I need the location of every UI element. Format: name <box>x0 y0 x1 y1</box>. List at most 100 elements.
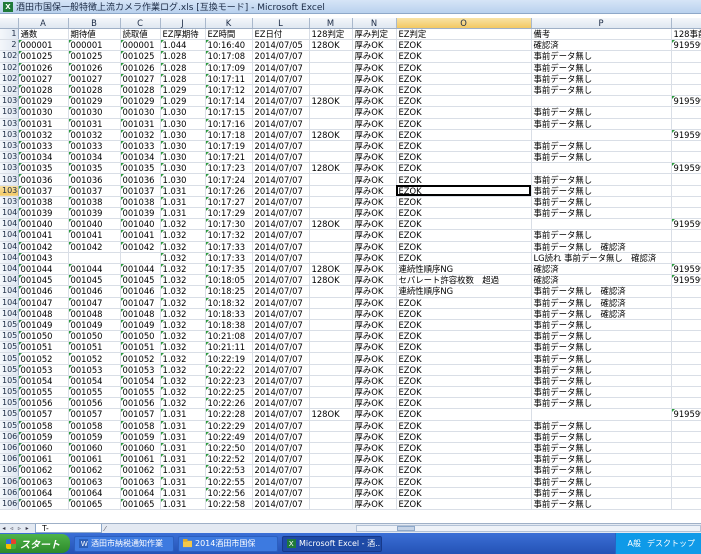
table-cell[interactable]: 001046 <box>18 285 69 298</box>
table-cell[interactable]: 事前データ無し <box>531 173 672 186</box>
table-cell[interactable]: 001041 <box>18 229 69 242</box>
table-cell[interactable]: 厚みOK <box>352 319 397 332</box>
table-cell[interactable]: 001056 <box>18 397 69 410</box>
table-cell[interactable]: 1.032 <box>160 263 206 276</box>
table-cell[interactable]: 001026 <box>120 62 161 74</box>
table-cell[interactable] <box>309 50 353 63</box>
select-all-corner[interactable] <box>0 18 19 29</box>
table-cell[interactable]: 001029 <box>120 95 161 108</box>
table-cell[interactable]: 001026 <box>68 62 121 74</box>
table-cell[interactable]: EZOK <box>396 106 532 119</box>
table-cell[interactable]: 10:22:28 <box>205 408 253 421</box>
table-cell[interactable] <box>671 106 701 119</box>
table-cell[interactable] <box>309 241 353 253</box>
table-cell[interactable] <box>309 207 353 220</box>
table-cell[interactable]: 001035 <box>68 162 121 175</box>
table-cell[interactable]: 2014/07/07 <box>252 476 310 488</box>
table-cell[interactable]: 001042 <box>120 241 161 253</box>
table-cell[interactable] <box>671 196 701 209</box>
column-title-cell[interactable]: 128判定 <box>309 28 353 41</box>
table-cell[interactable]: 10:22:19 <box>205 352 253 365</box>
table-cell[interactable]: 1.032 <box>160 229 206 242</box>
table-cell[interactable]: 連続性順序NG <box>396 263 532 276</box>
table-cell[interactable] <box>671 140 701 153</box>
table-cell[interactable]: 2014/07/05 <box>252 39 310 52</box>
table-cell[interactable] <box>671 151 701 164</box>
table-cell[interactable]: 001044 <box>68 263 121 276</box>
table-cell[interactable]: 001031 <box>120 118 161 130</box>
table-cell[interactable]: 001054 <box>18 375 69 388</box>
table-cell[interactable]: 厚みOK <box>352 207 397 220</box>
table-cell[interactable] <box>309 308 353 320</box>
table-cell[interactable]: 001065 <box>18 498 69 511</box>
table-cell[interactable]: 10:17:21 <box>205 151 253 164</box>
table-cell[interactable]: 事前データ無し <box>531 330 672 343</box>
table-cell[interactable] <box>531 218 672 231</box>
table-cell[interactable]: 91959915 <box>671 39 701 52</box>
table-cell[interactable]: 厚みOK <box>352 386 397 399</box>
table-cell[interactable]: EZOK <box>396 330 532 343</box>
table-cell[interactable]: 2014/07/07 <box>252 252 310 264</box>
table-cell[interactable] <box>309 297 353 309</box>
table-cell[interactable]: 10:22:49 <box>205 431 253 443</box>
table-cell[interactable]: 000001 <box>68 39 121 52</box>
column-title-cell[interactable]: 厚み判定 <box>352 28 397 41</box>
column-header[interactable]: B <box>68 18 121 29</box>
table-cell[interactable]: EZOK <box>396 129 532 141</box>
table-cell[interactable]: 001053 <box>68 364 121 376</box>
table-cell[interactable]: 001042 <box>68 241 121 253</box>
table-cell[interactable]: 001045 <box>120 274 161 287</box>
table-cell[interactable]: 事前データ無し <box>531 118 672 130</box>
table-cell[interactable]: EZOK <box>396 297 532 309</box>
table-cell[interactable]: 001025 <box>120 50 161 63</box>
table-cell[interactable]: 1.031 <box>160 442 206 455</box>
table-cell[interactable]: 2014/07/07 <box>252 62 310 74</box>
table-cell[interactable]: 2014/07/07 <box>252 50 310 63</box>
table-cell[interactable]: 10:22:58 <box>205 498 253 511</box>
table-cell[interactable]: 10:17:33 <box>205 252 253 264</box>
table-cell[interactable] <box>671 241 701 253</box>
table-cell[interactable]: 事前データ無し <box>531 364 672 376</box>
table-cell[interactable]: 1.031 <box>160 207 206 220</box>
table-cell[interactable]: EZOK <box>396 207 532 220</box>
table-cell[interactable]: EZOK <box>396 498 532 511</box>
table-cell[interactable]: EZOK <box>396 229 532 242</box>
table-cell[interactable]: 厚みOK <box>352 375 397 388</box>
table-cell[interactable]: 厚みOK <box>352 364 397 376</box>
table-cell[interactable]: 1.032 <box>160 285 206 298</box>
table-cell[interactable]: 001037 <box>120 185 161 197</box>
table-cell[interactable]: 厚みOK <box>352 420 397 432</box>
table-cell[interactable]: 001041 <box>120 229 161 242</box>
table-cell[interactable]: 1.032 <box>160 319 206 332</box>
table-cell[interactable] <box>671 364 701 376</box>
table-cell[interactable]: EZOK <box>396 50 532 63</box>
table-cell[interactable]: 001060 <box>18 442 69 455</box>
table-cell[interactable] <box>671 185 701 197</box>
table-cell[interactable]: EZOK <box>396 420 532 432</box>
table-cell[interactable]: 001048 <box>18 308 69 320</box>
table-cell[interactable]: 事前データ無し <box>531 341 672 354</box>
table-cell[interactable]: 厚みOK <box>352 229 397 242</box>
table-cell[interactable]: 1.032 <box>160 375 206 388</box>
table-cell[interactable]: EZOK <box>396 442 532 455</box>
table-cell[interactable] <box>309 118 353 130</box>
table-cell[interactable]: 厚みOK <box>352 218 397 231</box>
table-cell[interactable]: 10:17:29 <box>205 207 253 220</box>
table-cell[interactable]: 1.032 <box>160 308 206 320</box>
table-cell[interactable]: 000001 <box>120 39 161 52</box>
table-cell[interactable]: 001050 <box>18 330 69 343</box>
table-cell[interactable]: 1.030 <box>160 151 206 164</box>
table-cell[interactable]: 厚みOK <box>352 297 397 309</box>
row-header[interactable]: 1045 <box>0 263 19 276</box>
table-cell[interactable] <box>309 352 353 365</box>
table-cell[interactable]: 001057 <box>68 408 121 421</box>
table-cell[interactable]: 厚みOK <box>352 263 397 276</box>
table-cell[interactable]: 事前データ無し <box>531 106 672 119</box>
table-cell[interactable]: 001052 <box>120 352 161 365</box>
row-header[interactable]: 1051 <box>0 330 19 343</box>
row-header[interactable]: 1026 <box>0 50 19 63</box>
table-cell[interactable]: 10:17:35 <box>205 263 253 276</box>
row-header[interactable]: 2 <box>0 39 19 52</box>
row-header[interactable]: 1066 <box>0 498 19 511</box>
table-cell[interactable] <box>671 431 701 443</box>
